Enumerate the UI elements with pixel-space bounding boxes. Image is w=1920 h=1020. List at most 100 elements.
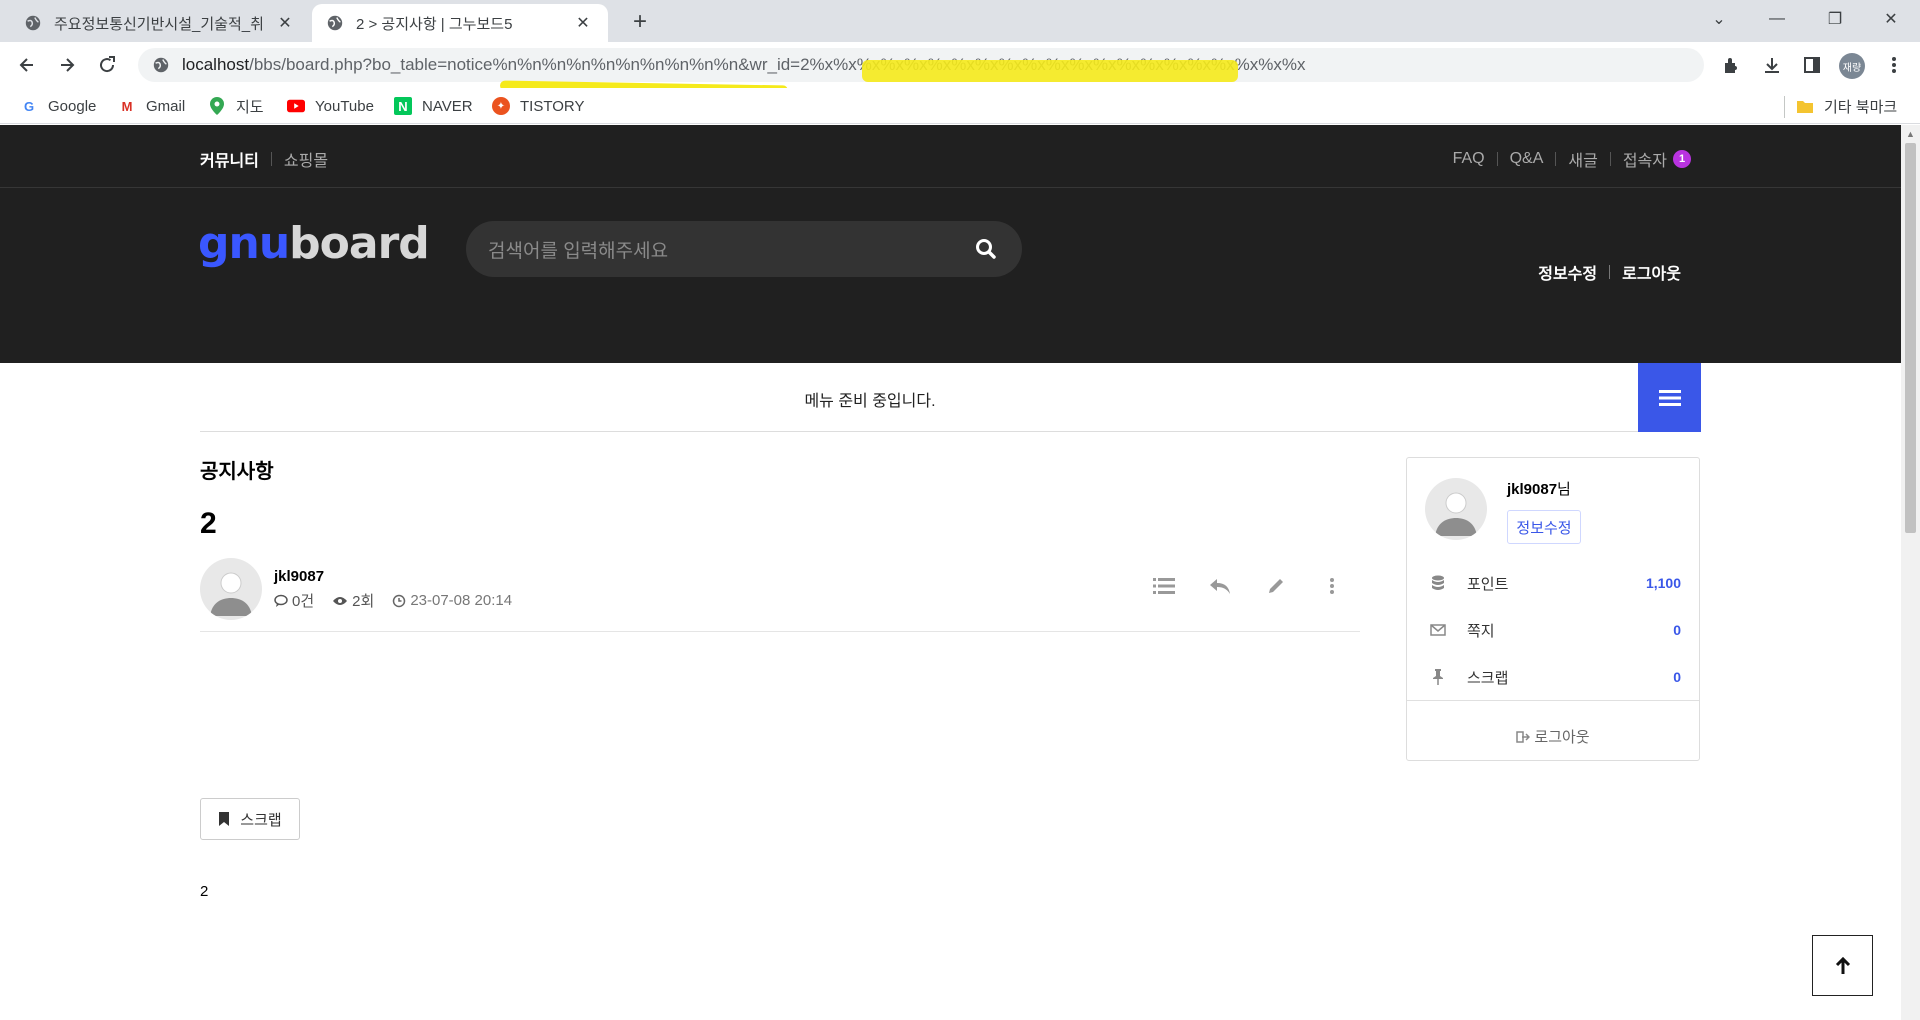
browser-tab-1[interactable]: 주요정보통신기반시설_기술적_취 ✕ xyxy=(10,4,310,42)
google-icon: G xyxy=(23,98,35,114)
naver-icon: N xyxy=(394,97,412,115)
tab-search-icon[interactable]: ⌄ xyxy=(1690,0,1748,38)
maps-pin-icon xyxy=(208,97,226,115)
profile-avatar[interactable]: 재량 xyxy=(1839,53,1865,79)
browser-tab-2[interactable]: 2 > 공지사항 | 그누보드5 ✕ xyxy=(312,4,608,42)
list-button[interactable] xyxy=(1136,566,1192,606)
member-sidebar: jkl9087님 정보수정 포인트 1,100 쪽지 0 스크랩 0 로그아웃 xyxy=(1406,457,1700,761)
youtube-icon xyxy=(287,97,305,115)
hamburger-icon xyxy=(1658,389,1681,406)
board-title[interactable]: 공지사항 xyxy=(200,455,274,484)
edit-button[interactable] xyxy=(1248,566,1304,606)
scrollbar-thumb[interactable] xyxy=(1905,143,1916,533)
reply-icon xyxy=(1210,579,1230,594)
clock-icon xyxy=(393,594,406,607)
scroll-to-top-button[interactable] xyxy=(1812,935,1873,996)
restore-icon[interactable]: ❐ xyxy=(1806,0,1864,38)
member-avatar[interactable] xyxy=(1425,478,1487,540)
comment-icon xyxy=(274,594,288,607)
tab-title: 2 > 공지사항 | 그누보드5 xyxy=(356,15,513,33)
points-row[interactable]: 포인트 1,100 xyxy=(1429,571,1681,595)
visitor-count-badge: 1 xyxy=(1673,150,1691,168)
sidebar-logout-link[interactable]: 로그아웃 xyxy=(1407,726,1699,747)
community-link[interactable]: 커뮤니티 xyxy=(200,147,259,171)
bookmark-icon xyxy=(219,812,230,826)
menu-dots-icon[interactable] xyxy=(1879,50,1909,80)
folder-icon xyxy=(1796,97,1814,115)
minimize-icon[interactable]: — xyxy=(1748,0,1806,38)
other-bookmarks[interactable]: 기타 북마크 xyxy=(1796,96,1897,116)
side-panel-icon[interactable] xyxy=(1797,50,1827,80)
vertical-dots-icon xyxy=(1330,578,1334,594)
site-top-bar: 커뮤니티 쇼핑몰 FAQ Q&A 새글 접속자 1 xyxy=(0,125,1901,188)
bookmark-gmail[interactable]: M Gmail xyxy=(118,96,186,116)
pencil-icon xyxy=(1269,579,1283,593)
site-info-icon[interactable] xyxy=(152,56,170,74)
search-icon[interactable] xyxy=(974,237,998,261)
more-options-button[interactable] xyxy=(1304,566,1360,606)
shop-link[interactable]: 쇼핑몰 xyxy=(284,147,328,171)
edit-info-button[interactable]: 정보수정 xyxy=(1507,510,1581,544)
logout-link[interactable]: 로그아웃 xyxy=(1622,260,1681,284)
window-close-icon[interactable]: ✕ xyxy=(1862,0,1920,38)
comment-count: 0건 xyxy=(274,590,314,611)
sign-out-icon xyxy=(1516,730,1531,743)
main-nav: 메뉴 준비 중입니다. xyxy=(200,363,1701,432)
url-host: localhost xyxy=(182,55,250,74)
web-page: 커뮤니티 쇼핑몰 FAQ Q&A 새글 접속자 1 gnuboard 검색어를 … xyxy=(0,125,1901,1020)
bookmark-google[interactable]: G Google xyxy=(20,96,96,116)
new-tab-button[interactable]: + xyxy=(624,6,656,38)
arrow-up-icon xyxy=(1835,956,1850,974)
pin-icon xyxy=(1429,669,1447,685)
globe-icon xyxy=(327,15,343,31)
list-icon xyxy=(1153,578,1175,594)
browser-tab-bar: 주요정보통신기반시설_기술적_취 ✕ 2 > 공지사항 | 그누보드5 ✕ + … xyxy=(0,0,1920,42)
scroll-up-icon[interactable]: ▲ xyxy=(1901,129,1920,141)
scrap-row[interactable]: 스크랩 0 xyxy=(1429,665,1681,689)
new-posts-link[interactable]: 새글 xyxy=(1568,147,1597,171)
site-header: gnuboard 검색어를 입력해주세요 정보수정 로그아웃 xyxy=(0,188,1901,363)
bookmark-maps[interactable]: 지도 xyxy=(208,96,264,116)
bookmark-tistory[interactable]: ✦ TISTORY xyxy=(492,96,584,116)
author-avatar[interactable] xyxy=(200,558,262,620)
menu-toggle-button[interactable] xyxy=(1638,363,1701,432)
search-placeholder: 검색어를 입력해주세요 xyxy=(488,240,669,262)
view-count: 2회 xyxy=(332,590,374,611)
site-search-input[interactable]: 검색어를 입력해주세요 xyxy=(466,221,1022,277)
post-info: jkl9087 0건 2회 23-07-08 20:14 xyxy=(200,558,1360,632)
gmail-icon: M xyxy=(121,98,133,114)
post-body: 2 xyxy=(200,883,209,900)
author-name[interactable]: jkl9087 xyxy=(274,568,324,585)
edit-profile-link[interactable]: 정보수정 xyxy=(1538,260,1597,284)
faq-link[interactable]: FAQ xyxy=(1453,150,1485,168)
tab-title: 주요정보통신기반시설_기술적_취 xyxy=(54,15,264,33)
close-tab-icon[interactable]: ✕ xyxy=(274,13,296,33)
bookmarks-bar: G Google M Gmail 지도 YouTube N NAVER ✦ TISTOR… xyxy=(0,88,1920,124)
extensions-icon[interactable] xyxy=(1717,50,1747,80)
visitors-link[interactable]: 접속자 xyxy=(1623,147,1667,171)
reply-button[interactable] xyxy=(1192,566,1248,606)
highlighter-mark xyxy=(862,60,1238,82)
database-icon xyxy=(1429,575,1447,591)
memo-row[interactable]: 쪽지 0 xyxy=(1429,618,1681,642)
envelope-icon xyxy=(1429,624,1447,636)
eye-icon xyxy=(333,596,348,605)
page-scrollbar[interactable]: ▲ xyxy=(1901,125,1920,1020)
close-tab-icon[interactable]: ✕ xyxy=(572,13,594,33)
globe-icon xyxy=(25,15,41,31)
scrap-button[interactable]: 스크랩 xyxy=(200,798,300,840)
bookmark-youtube[interactable]: YouTube xyxy=(287,96,374,116)
forward-icon[interactable] xyxy=(52,50,82,80)
back-icon[interactable] xyxy=(12,50,42,80)
site-logo[interactable]: gnuboard xyxy=(198,218,430,269)
download-icon[interactable] xyxy=(1757,50,1787,80)
bookmark-separator xyxy=(1784,96,1785,118)
reload-icon[interactable] xyxy=(92,50,122,80)
nav-empty-message: 메뉴 준비 중입니다. xyxy=(804,393,936,410)
qa-link[interactable]: Q&A xyxy=(1510,150,1544,168)
post-title: 2 xyxy=(200,507,217,540)
member-name: jkl9087님 xyxy=(1507,481,1571,498)
tistory-icon: ✦ xyxy=(492,97,510,115)
bookmark-naver[interactable]: N NAVER xyxy=(394,96,473,116)
post-date: 23-07-08 20:14 xyxy=(392,592,512,609)
